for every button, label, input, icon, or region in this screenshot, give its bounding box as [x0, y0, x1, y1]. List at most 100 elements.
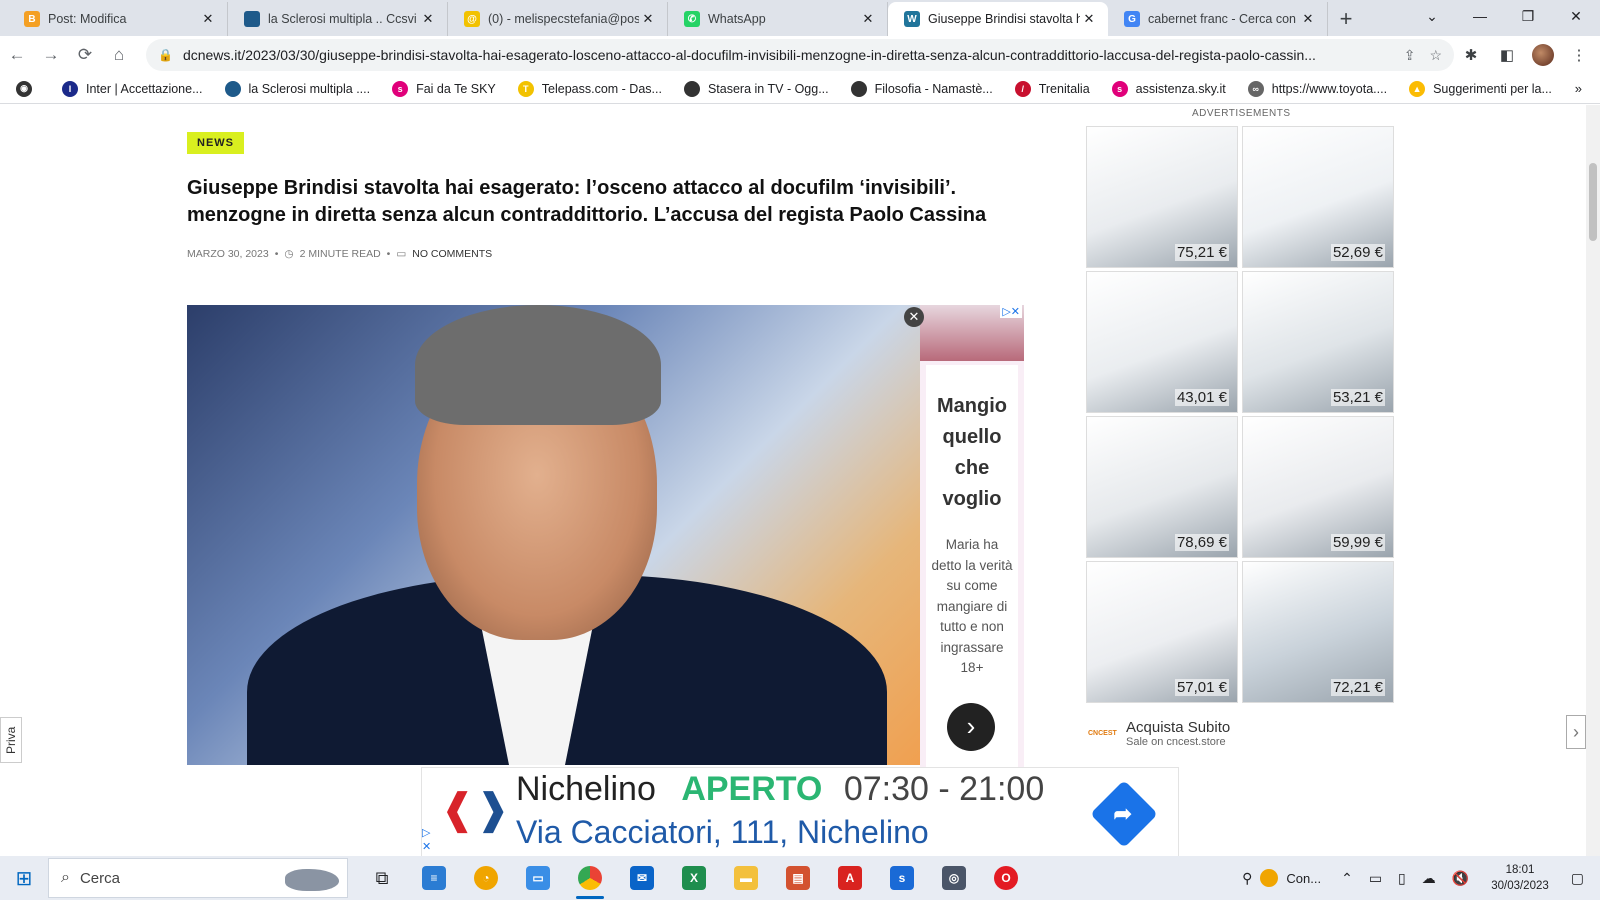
- device-icon[interactable]: ▯: [1398, 870, 1406, 887]
- profile-avatar[interactable]: [1532, 44, 1554, 66]
- close-tab-icon[interactable]: ✕: [199, 11, 217, 27]
- acrobat-icon[interactable]: A: [824, 856, 876, 900]
- bookmark-item[interactable]: la Sclerosi multipla ....: [224, 80, 370, 97]
- bookmark-item[interactable]: ∞ https://www.toyota....: [1247, 80, 1387, 97]
- buy-title[interactable]: Acquista Subito: [1126, 719, 1230, 736]
- camera-icon[interactable]: ◎: [928, 856, 980, 900]
- directions-button[interactable]: ➦: [1090, 780, 1158, 848]
- search-placeholder[interactable]: Cerca: [80, 870, 120, 887]
- tab-search-icon[interactable]: ⌄: [1408, 8, 1456, 25]
- notification-icon[interactable]: ▢: [1571, 870, 1584, 887]
- bookmark-item[interactable]: ▲ Suggerimenti per la...: [1409, 80, 1552, 97]
- side-panel-icon[interactable]: ◧: [1496, 46, 1518, 64]
- privacy-tab[interactable]: Priva: [0, 717, 22, 763]
- clock[interactable]: 18:01 30/03/2023: [1491, 862, 1549, 894]
- share-icon[interactable]: ⇪: [1404, 47, 1416, 64]
- page-scrollbar[interactable]: [1586, 105, 1600, 856]
- home-button[interactable]: ⌂: [102, 45, 136, 65]
- close-tab-icon[interactable]: ✕: [1080, 11, 1098, 27]
- product-ad[interactable]: 53,21 €: [1242, 271, 1394, 413]
- bookmarks-overflow[interactable]: »: [1575, 81, 1582, 96]
- bookmark-item[interactable]: s Fai da Te SKY: [392, 80, 496, 97]
- folder-icon[interactable]: ▬: [720, 856, 772, 900]
- bookmark-item[interactable]: / Trenitalia: [1014, 80, 1090, 97]
- product-price: 78,69 €: [1174, 534, 1229, 551]
- address-bar[interactable]: 🔒 dcnews.it/2023/03/30/giuseppe-brindisi…: [146, 39, 1454, 71]
- ad-cta-button[interactable]: ›: [947, 703, 995, 751]
- close-window-button[interactable]: ✕: [1552, 8, 1600, 25]
- forward-button[interactable]: →: [34, 45, 68, 65]
- reload-button[interactable]: ⟳: [68, 45, 102, 65]
- mail-icon[interactable]: ✉: [616, 856, 668, 900]
- scrollbar-thumb[interactable]: [1589, 163, 1597, 241]
- people-icon[interactable]: ⚲: [1242, 870, 1252, 887]
- product-ad[interactable]: 78,69 €: [1086, 416, 1238, 558]
- ad-info-icon[interactable]: ▷ ✕: [422, 826, 431, 854]
- task-view-icon[interactable]: ⧉: [356, 856, 408, 900]
- adchoices-icon[interactable]: ▷✕: [1000, 305, 1022, 318]
- product-ad[interactable]: 43,01 €: [1086, 271, 1238, 413]
- tab-title: Giuseppe Brindisi stavolta h: [928, 12, 1080, 26]
- browser-tab[interactable]: W Giuseppe Brindisi stavolta h ✕: [888, 2, 1108, 36]
- product-ad[interactable]: 52,69 €: [1242, 126, 1394, 268]
- store-address: Via Cacciatori, 111, Nichelino: [516, 814, 929, 850]
- sky-go-icon[interactable]: s: [876, 856, 928, 900]
- product-ad[interactable]: 59,99 €: [1242, 416, 1394, 558]
- extensions-icon[interactable]: ✱: [1460, 46, 1482, 64]
- buy-subtitle: Sale on cncest.store: [1126, 735, 1226, 748]
- minimize-button[interactable]: —: [1456, 8, 1504, 24]
- lock-icon[interactable]: 🔒: [158, 48, 173, 62]
- bookmark-item[interactable]: s assistenza.sky.it: [1111, 80, 1226, 97]
- opera-icon[interactable]: O: [980, 856, 1032, 900]
- bookmark-item[interactable]: Filosofia - Namastè...: [850, 80, 993, 97]
- product-ad-footer[interactable]: CNCEST Acquista Subito Sale on cncest.st…: [1088, 715, 1388, 751]
- weather-icon: [1260, 869, 1279, 887]
- ad-card[interactable]: Mangio quello che voglio Maria ha detto …: [926, 365, 1018, 807]
- close-tab-icon[interactable]: ✕: [1299, 11, 1317, 27]
- category-badge[interactable]: NEWS: [187, 132, 244, 154]
- bookmark-favicon: [683, 80, 700, 97]
- url-text[interactable]: dcnews.it/2023/03/30/giuseppe-brindisi-s…: [183, 47, 1390, 63]
- next-arrow-button[interactable]: ›: [1566, 715, 1586, 749]
- bookmark-star-icon[interactable]: ☆: [1429, 47, 1442, 64]
- new-tab-button[interactable]: +: [1328, 2, 1364, 36]
- app-icon[interactable]: ◔: [460, 856, 512, 900]
- product-ad[interactable]: 72,21 €: [1242, 561, 1394, 703]
- browser-tab[interactable]: ✆ WhatsApp ✕: [668, 2, 888, 36]
- close-tab-icon[interactable]: ✕: [419, 11, 437, 27]
- browser-tab[interactable]: Gcabernet franc - Cerca con ✕: [1108, 2, 1328, 36]
- blogger-icon: B: [24, 11, 40, 27]
- bookmark-item[interactable]: Stasera in TV - Ogg...: [683, 80, 829, 97]
- chrome-icon[interactable]: [564, 856, 616, 900]
- comments-link[interactable]: NO COMMENTS: [412, 248, 492, 260]
- notepad-icon[interactable]: ≡: [408, 856, 460, 900]
- product-ad[interactable]: 75,21 €: [1086, 126, 1238, 268]
- bookmark-item[interactable]: T Telepass.com - Das...: [517, 80, 662, 97]
- start-button[interactable]: ⊞: [0, 866, 48, 891]
- desktop-icon[interactable]: ▭: [512, 856, 564, 900]
- taskbar-search[interactable]: ⌕ Cerca: [48, 858, 348, 898]
- product-ad[interactable]: 57,01 €: [1086, 561, 1238, 703]
- bottom-ad-banner[interactable]: ❰❱ Nichelino APERTO 07:30 - 21:00 Via Ca…: [421, 767, 1179, 856]
- excel-icon[interactable]: X: [668, 856, 720, 900]
- close-tab-icon[interactable]: ✕: [639, 11, 657, 27]
- browser-tab[interactable]: @ (0) - melispecstefania@post ✕: [448, 2, 668, 36]
- browser-tab[interactable]: la Sclerosi multipla .. Ccsvi ✕: [228, 2, 448, 36]
- close-tab-icon[interactable]: ✕: [859, 11, 877, 27]
- store-status: APERTO: [681, 770, 823, 808]
- back-button[interactable]: ←: [0, 45, 34, 65]
- document-icon[interactable]: ▤: [772, 856, 824, 900]
- browser-tab[interactable]: B Post: Modifica ✕: [8, 2, 228, 36]
- bookmark-item[interactable]: I Inter | Accettazione...: [62, 80, 203, 97]
- weather-widget[interactable]: Con...: [1260, 869, 1321, 887]
- battery-icon[interactable]: ▭: [1369, 870, 1382, 887]
- side-ad[interactable]: ▷✕ ✕ Mangio quello che voglio Maria ha d…: [904, 305, 1024, 815]
- close-ad-button[interactable]: ✕: [904, 307, 924, 327]
- speaker-muted-icon[interactable]: 🔇: [1452, 870, 1469, 887]
- chevron-up-icon[interactable]: ⌃: [1341, 870, 1353, 887]
- apps-icon[interactable]: ◉: [16, 80, 40, 97]
- menu-icon[interactable]: ⋮: [1568, 46, 1590, 64]
- bookmark-favicon: s: [392, 80, 409, 97]
- restore-button[interactable]: ❐: [1504, 8, 1552, 25]
- cloud-icon[interactable]: ☁: [1422, 870, 1436, 887]
